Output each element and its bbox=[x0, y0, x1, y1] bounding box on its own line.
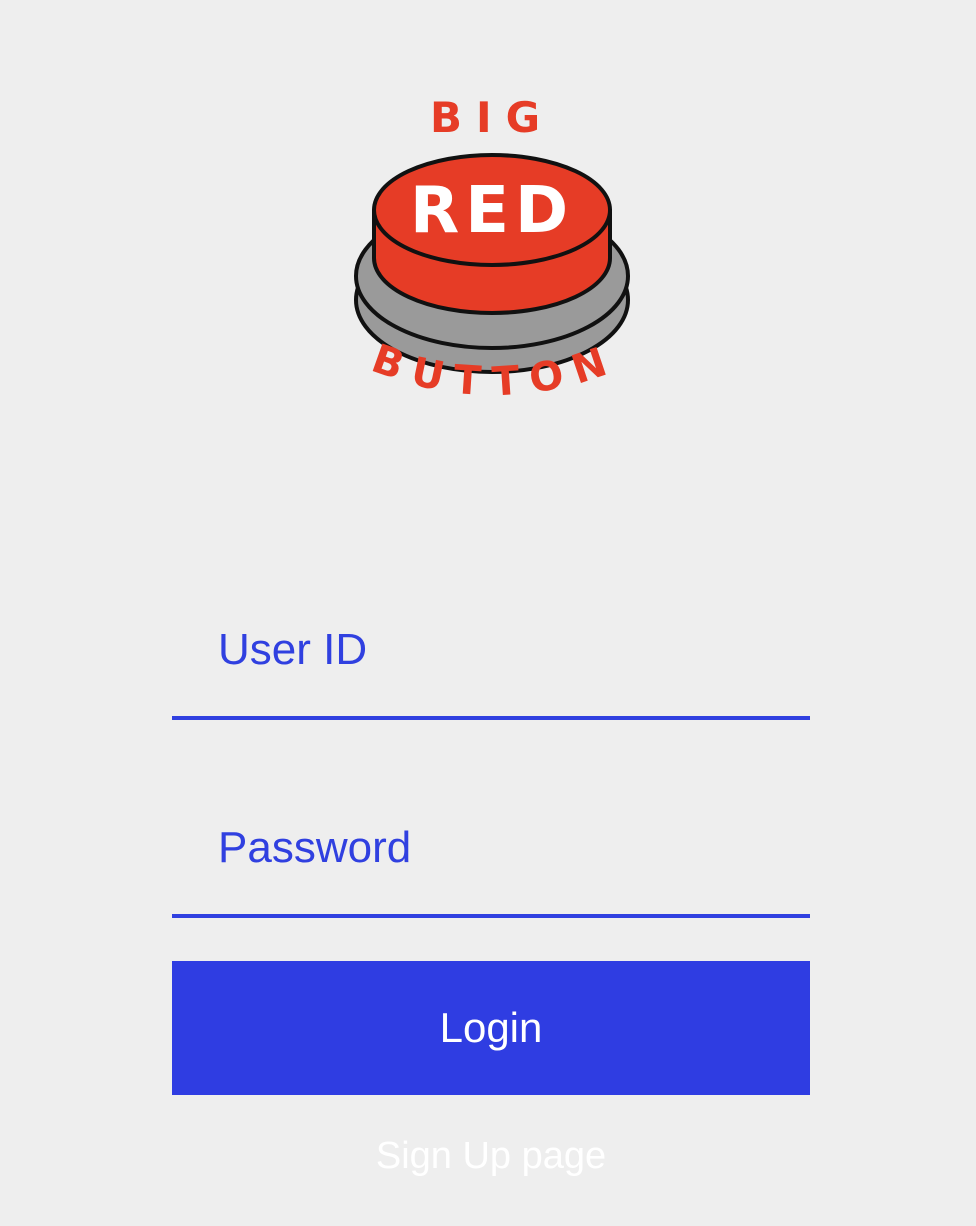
user-id-input[interactable] bbox=[172, 620, 810, 680]
password-input[interactable] bbox=[172, 818, 810, 878]
logo-text-red: RED bbox=[410, 174, 574, 248]
sign-up-link[interactable]: Sign Up page bbox=[172, 1130, 810, 1182]
login-button[interactable]: Login bbox=[172, 961, 810, 1095]
password-field bbox=[172, 798, 810, 918]
logo-text-big: BIG bbox=[430, 93, 554, 142]
big-red-button-logo: BIG RED BUTTON bbox=[340, 80, 640, 420]
user-id-field bbox=[172, 600, 810, 720]
